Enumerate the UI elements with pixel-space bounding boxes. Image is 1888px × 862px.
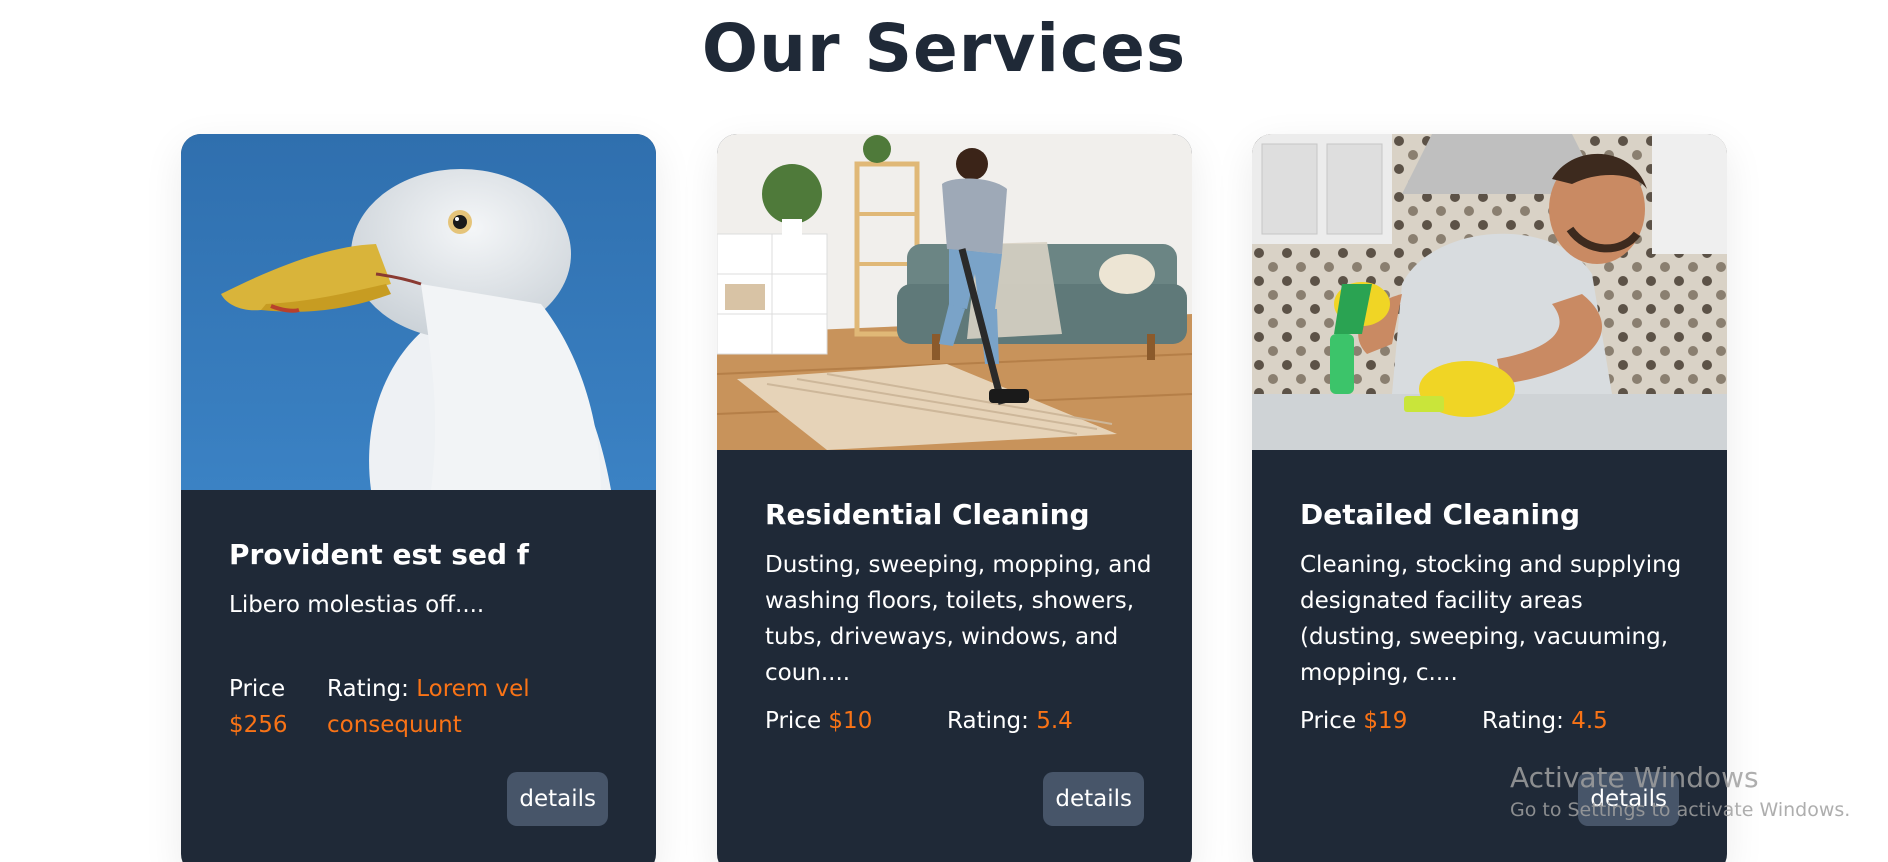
rating-label: Rating: [327,676,409,702]
rating-value: 5.4 [1036,708,1073,734]
service-title: Residential Cleaning [765,498,1090,531]
service-description: Dusting, sweeping, mopping, and washing … [765,552,1152,686]
details-button[interactable]: details [507,772,608,826]
price-label: Price [1300,708,1357,734]
price-value: $19 [1363,708,1408,734]
rating-block: Rating: Lorem vel consequunt [327,671,616,743]
section-title: Our Services [701,10,1187,87]
details-button[interactable]: details [1578,772,1679,826]
price-block: Price $19 [1300,703,1482,739]
service-title: Provident est sed f [229,538,529,571]
details-button[interactable]: details [1043,772,1144,826]
service-image-seagull [181,134,656,490]
card-body: Provident est sed f Libero molestias off… [229,538,616,743]
price-value: $10 [828,708,873,734]
rating-block: Rating: 4.5 [1482,703,1687,739]
service-title: Detailed Cleaning [1300,498,1581,531]
services-page: Our Services Provident est sed f Libero … [0,0,1888,862]
rating-block: Rating: 5.4 [947,703,1152,739]
rating-value: 4.5 [1571,708,1608,734]
service-card: Detailed Cleaning Cleaning, stocking and… [1252,134,1727,862]
price-label: Price [765,708,822,734]
service-meta: Price $19 Rating: 4.5 [1300,703,1687,739]
price-block: Price $256 [229,671,327,743]
service-card: Provident est sed f Libero molestias off… [181,134,656,862]
card-body: Residential Cleaning Dusting, sweeping, … [765,498,1152,739]
price-block: Price $10 [765,703,947,739]
price-label: Price [229,676,286,702]
card-body: Detailed Cleaning Cleaning, stocking and… [1300,498,1687,739]
service-image-counter-cleaning [1252,134,1727,450]
rating-label: Rating: [1482,708,1564,734]
service-card: Residential Cleaning Dusting, sweeping, … [717,134,1192,862]
service-description: Libero molestias off.... [229,592,485,618]
rating-label: Rating: [947,708,1029,734]
service-description: Cleaning, stocking and supplying designa… [1300,552,1682,686]
service-meta: Price $256 Rating: Lorem vel consequunt [229,671,616,743]
service-image-vacuuming [717,134,1192,450]
service-meta: Price $10 Rating: 5.4 [765,703,1152,739]
price-value: $256 [229,712,288,738]
